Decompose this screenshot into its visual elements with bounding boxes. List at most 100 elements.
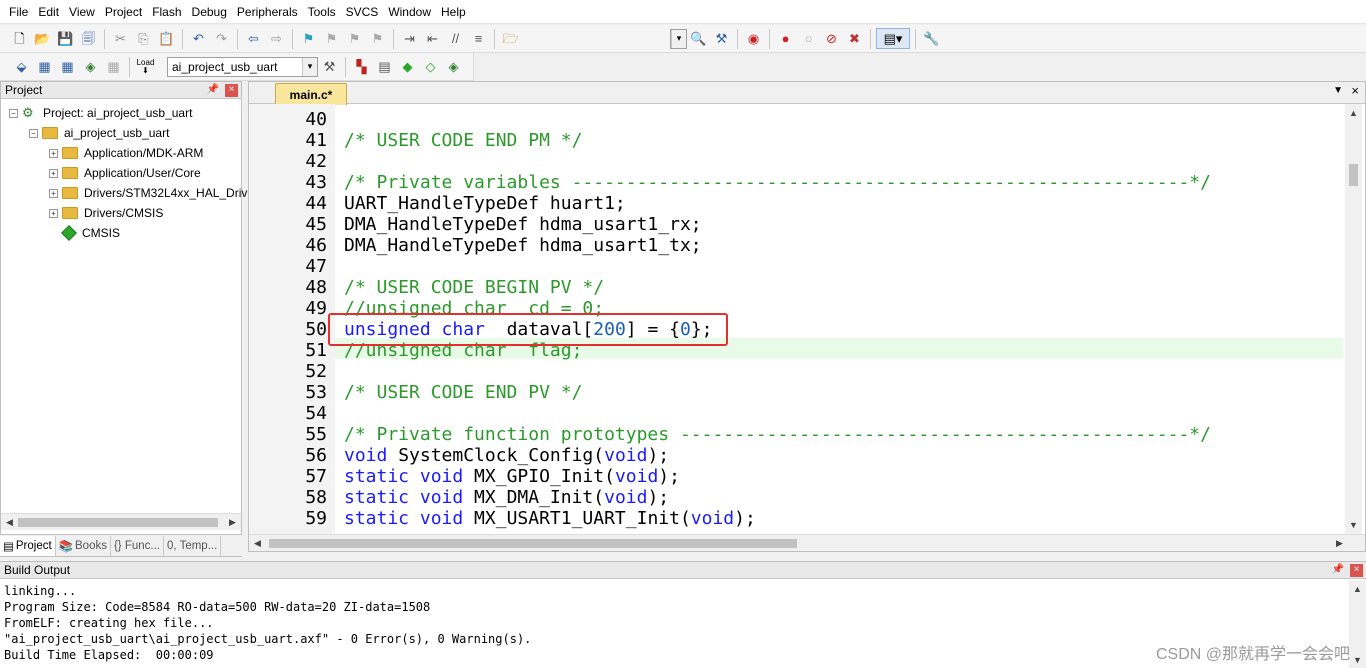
menu-project[interactable]: Project [100,0,147,24]
target-select-value: ai_project_usb_uart [172,59,278,74]
tab-books[interactable]: 📚 Books [56,535,111,556]
indent-icon[interactable]: ⇥ [399,28,420,49]
scroll-thumb[interactable] [1349,164,1358,186]
select-packs-icon[interactable]: ◆ [397,56,418,77]
horizontal-scrollbar[interactable]: ◀ ▶ [249,534,1365,551]
target-select[interactable]: ai_project_usb_uart ▾ [167,56,318,77]
unindent-icon[interactable]: ⇤ [422,28,443,49]
tree-item[interactable]: + Drivers/STM32L4xx_HAL_Driv [49,183,247,203]
debug-session-icon[interactable]: ◉ [743,28,764,49]
tree-item[interactable]: − ⚙ Project: ai_project_usb_uart [9,103,192,123]
nav-back-icon[interactable]: ⇦ [243,28,264,49]
scroll-down-icon[interactable]: ▼ [1345,516,1362,533]
manage-multi-project-icon[interactable]: ▤ [374,56,395,77]
save-icon[interactable]: 💾 [55,28,76,49]
undo-icon[interactable]: ↶ [188,28,209,49]
line-number: 42 [305,151,327,172]
pack-installer-icon[interactable]: ◇ [420,56,441,77]
batch-build-icon[interactable]: ◈ [80,56,101,77]
menu-window[interactable]: Window [383,0,436,24]
breakpoint-insert-icon[interactable]: ● [775,28,796,49]
find-combo[interactable]: ▾ [670,28,687,49]
scroll-right-icon[interactable]: ▶ [1331,535,1348,551]
expand-icon[interactable]: + [49,168,58,178]
pin-icon[interactable]: 📌 [207,82,219,98]
scroll-right-icon[interactable]: ▶ [224,514,241,530]
bookmark-next-icon[interactable]: ⚑ [344,28,365,49]
close-icon[interactable]: × [1350,564,1363,577]
redo-icon[interactable]: ↷ [211,28,232,49]
menu-file[interactable]: File [4,0,33,24]
code-keyword: static void [344,466,464,487]
expand-icon[interactable]: + [49,188,58,198]
vertical-scrollbar[interactable]: ▲ ▼ [1349,580,1366,668]
tree-item[interactable]: + Application/MDK-ARM [49,143,203,163]
scroll-thumb[interactable] [269,539,797,548]
collapse-icon[interactable]: − [9,108,18,118]
collapse-icon[interactable]: − [29,128,38,138]
manage-components-icon[interactable]: ▚ [351,56,372,77]
paste-icon[interactable]: 📋 [156,28,177,49]
tree-item[interactable]: + Drivers/CMSIS [49,203,163,223]
open-file-icon[interactable]: 📂 [32,28,53,49]
menu-svcs[interactable]: SVCS [341,0,384,24]
expand-icon[interactable]: + [49,148,58,158]
tab-functions[interactable]: {} Func... [111,535,164,556]
tree-item[interactable]: + Application/User/Core [49,163,201,183]
menu-peripherals[interactable]: Peripherals [232,0,303,24]
scroll-up-icon[interactable]: ▲ [1349,580,1366,597]
save-all-icon[interactable]: 🗐 [78,28,99,49]
pin-icon[interactable]: 📌 [1332,562,1344,578]
scroll-up-icon[interactable]: ▲ [1345,104,1362,121]
build-icon[interactable]: ▦ [34,56,55,77]
menu-edit[interactable]: Edit [33,0,64,24]
tree-item[interactable]: − ai_project_usb_uart [29,123,169,143]
comment-icon[interactable]: // [445,28,466,49]
scroll-left-icon[interactable]: ◀ [249,535,266,551]
target-options-icon[interactable]: ⚒ [319,56,340,77]
download-load-icon[interactable]: Load ⬇ [135,56,156,77]
tab-templates[interactable]: 0, Temp... [164,535,222,556]
cut-icon[interactable]: ✂ [110,28,131,49]
breakpoint-enable-icon[interactable]: ○ [798,28,819,49]
scroll-left-icon[interactable]: ◀ [1,514,18,530]
bookmark-clear-icon[interactable]: ⚑ [367,28,388,49]
bookmark-prev-icon[interactable]: ⚑ [321,28,342,49]
tab-dropdown-icon[interactable]: ▼ [1333,85,1343,96]
tab-project[interactable]: ▤ Project [0,535,56,556]
tree-item[interactable]: CMSIS [49,223,120,243]
incremental-find-icon[interactable]: ⚒ [711,28,732,49]
nav-forward-icon[interactable]: ⇨ [266,28,287,49]
breakpoint-disable-all-icon[interactable]: ⊘ [821,28,842,49]
menu-flash[interactable]: Flash [147,0,186,24]
stop-build-icon[interactable]: ▦ [103,56,124,77]
line-number: 52 [305,361,327,382]
copy-icon[interactable]: ⎘ [133,28,154,49]
scroll-down-icon[interactable]: ▼ [1349,651,1366,668]
rebuild-icon[interactable]: ▦ [57,56,78,77]
bookmark-toggle-icon[interactable]: ⚑ [298,28,319,49]
project-tab-icon: ▤ [3,540,14,553]
run-time-env-icon[interactable]: ◈ [443,56,464,77]
configure-icon[interactable]: 🔧 [921,28,942,49]
menu-help[interactable]: Help [436,0,471,24]
expand-icon[interactable]: + [49,208,58,218]
find-icon[interactable]: 🔍 [688,28,709,49]
tab-main-c[interactable]: main.c* [275,83,347,105]
scroll-thumb[interactable] [18,518,218,527]
menu-debug[interactable]: Debug [187,0,232,24]
breakpoint-kill-all-icon[interactable]: ✖ [844,28,865,49]
close-icon[interactable]: × [1351,83,1359,98]
folder-icon [42,127,58,139]
horizontal-scrollbar[interactable]: ◀ ▶ [1,513,241,530]
close-icon[interactable]: × [225,84,238,97]
menu-tools[interactable]: Tools [303,0,341,24]
new-file-icon[interactable]: 🗋 [9,28,30,49]
translate-icon[interactable]: ⬙ [11,56,32,77]
menu-view[interactable]: View [64,0,100,24]
code-line: /* USER CODE END PV */ [344,382,582,403]
find-in-files-icon[interactable]: 🗁 [500,28,521,49]
vertical-scrollbar[interactable]: ▲ ▼ [1345,104,1362,534]
window-layout-icon[interactable]: ▤▾ [876,28,910,49]
uncomment-icon[interactable]: ≡ [468,28,489,49]
